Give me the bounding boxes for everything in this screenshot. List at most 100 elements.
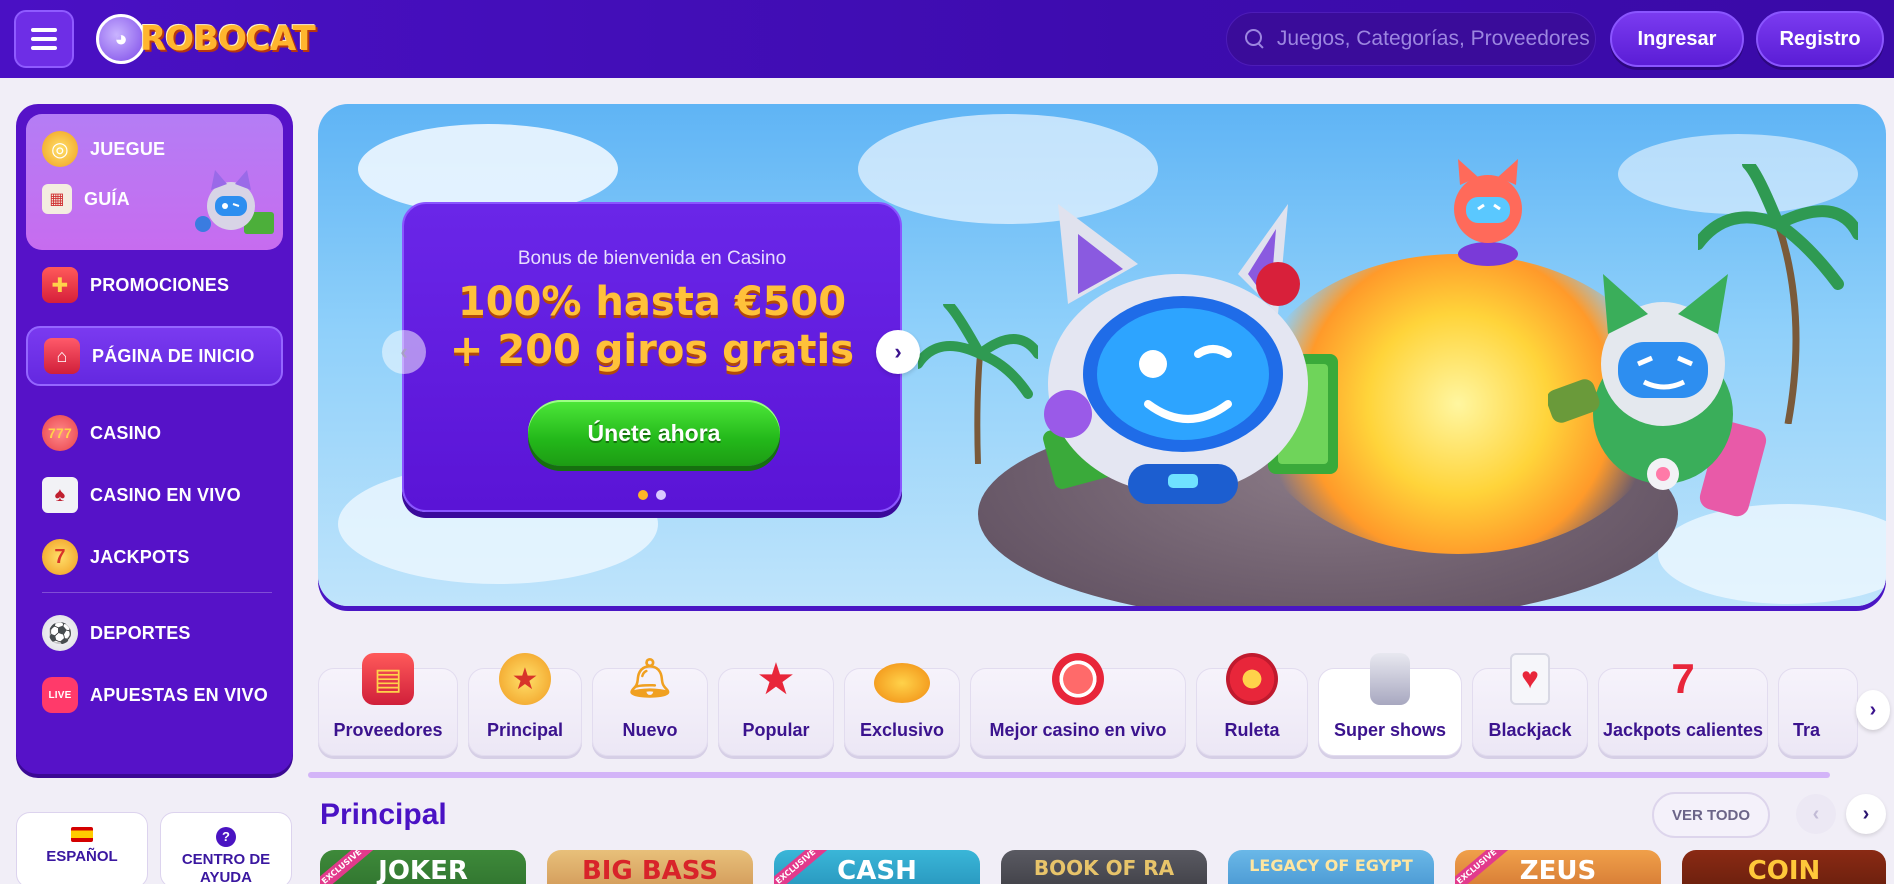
question-icon: ? <box>216 827 236 847</box>
game-tile[interactable]: EXCLUSIVE ZEUS <box>1455 850 1661 884</box>
category-popular[interactable]: ★ Popular <box>718 655 834 756</box>
sidebar-item-casino[interactable]: 777 CASINO <box>26 408 283 458</box>
slot-icon: 777 <box>42 415 78 451</box>
sidebar-item-label: PÁGINA DE INICIO <box>92 345 255 366</box>
sidebar-item-label: PROMOCIONES <box>90 274 230 295</box>
bell-icon: 🔔︎ <box>625 658 675 700</box>
exclusive-badge: EXCLUSIVE <box>774 850 832 884</box>
sidebar-item-label: GUÍA <box>84 188 130 209</box>
category-strip: ▤ Proveedores ★ Principal 🔔︎ Nuevo ★ Pop… <box>318 653 1886 760</box>
house-icon: ⌂ <box>44 338 80 374</box>
sidebar: ◎ JUEGUE ▦ GUÍA ✚ PROMOCIONES ⌂ PÁGINA D… <box>16 104 293 774</box>
bonus-title-line1: 100% hasta €500 <box>457 279 847 325</box>
carousel-dot[interactable] <box>656 490 666 500</box>
category-blackjack[interactable]: ♥ Blackjack <box>1472 653 1588 756</box>
game-title: COIN <box>1747 856 1821 884</box>
games-prev-arrow[interactable]: ‹ <box>1796 794 1836 834</box>
help-center-label: CENTRO DE AYUDA <box>181 851 271 884</box>
map-icon: ▦ <box>42 184 72 214</box>
join-now-button[interactable]: Únete ahora <box>528 400 780 466</box>
menu-icon-bar <box>31 46 57 50</box>
carousel-dot[interactable] <box>638 490 648 500</box>
register-button[interactable]: Registro <box>1756 11 1884 67</box>
game-tile[interactable]: COIN <box>1682 850 1886 884</box>
login-button[interactable]: Ingresar <box>1610 11 1744 67</box>
book-icon: ▤ <box>362 653 414 705</box>
cards-icon: ♠ <box>42 477 78 513</box>
language-label: ESPAÑOL <box>46 848 118 865</box>
sidebar-item-label: APUESTAS EN VIVO <box>90 684 268 705</box>
category-label: Tra <box>1793 720 1821 740</box>
category-label: Mejor casino en vivo <box>989 720 1167 740</box>
section-title: Principal <box>320 798 447 831</box>
chip-icon <box>1052 653 1104 705</box>
spain-flag-icon <box>71 827 93 842</box>
green-robot-cat-icon <box>1548 274 1767 517</box>
sidebar-item-play[interactable]: ◎ JUEGUE <box>26 124 283 174</box>
promo-banner[interactable]: Bonus de bienvenida en Casino 100% hasta… <box>318 104 1886 606</box>
category-label: Jackpots calientes <box>1602 720 1764 740</box>
banner-prev-arrow[interactable]: ‹ <box>382 330 426 374</box>
coin-icon: ◎ <box>42 131 78 167</box>
sidebar-item-home[interactable]: ⌂ PÁGINA DE INICIO <box>26 326 283 386</box>
menu-icon-bar <box>31 28 57 32</box>
hamburger-menu-button[interactable] <box>14 10 74 68</box>
category-exclusive[interactable]: Exclusivo <box>844 663 960 756</box>
sidebar-item-sports[interactable]: ⚽ DEPORTES <box>26 608 283 658</box>
category-slots[interactable]: Tra <box>1778 668 1858 756</box>
category-label: Popular <box>742 720 810 740</box>
category-label: Principal <box>486 720 564 740</box>
category-providers[interactable]: ▤ Proveedores <box>318 653 458 756</box>
exclusive-badge: EXCLUSIVE <box>320 850 378 884</box>
sidebar-item-live-casino[interactable]: ♠ CASINO EN VIVO <box>26 470 283 520</box>
coin-stack-icon <box>1370 653 1410 705</box>
game-title: BOOK OF RA <box>1033 856 1175 880</box>
sidebar-item-guide[interactable]: ▦ GUÍA <box>26 174 283 224</box>
search-icon <box>1245 29 1265 49</box>
seven-icon: 7 <box>42 539 78 575</box>
sidebar-item-label: JUEGUE <box>90 138 166 159</box>
sidebar-item-live-betting[interactable]: LIVE APUESTAS EN VIVO <box>26 670 283 720</box>
category-new[interactable]: 🔔︎ Nuevo <box>592 658 708 756</box>
see-all-button[interactable]: VER TODO <box>1652 792 1770 838</box>
category-label: Exclusivo <box>859 720 945 740</box>
game-tile[interactable]: EXCLUSIVE CASH <box>774 850 980 884</box>
category-roulette[interactable]: Ruleta <box>1196 653 1308 756</box>
game-tile[interactable]: BOOK OF RA <box>1001 850 1207 884</box>
help-center-button[interactable]: ? CENTRO DE AYUDA <box>160 812 292 884</box>
category-main[interactable]: ★ Principal <box>468 653 582 756</box>
soccer-ball-icon: ⚽ <box>42 615 78 651</box>
sidebar-item-label: JACKPOTS <box>90 546 190 567</box>
sidebar-item-jackpots[interactable]: 7 JACKPOTS <box>26 532 283 582</box>
cat-mascot-icon: ◕ <box>96 14 146 64</box>
sidebar-item-label: CASINO <box>90 422 162 443</box>
game-tile[interactable]: EXCLUSIVE JOKER <box>320 850 526 884</box>
language-selector[interactable]: ESPAÑOL <box>16 812 148 884</box>
categories-scroll-track[interactable] <box>308 772 1830 778</box>
banner-next-arrow[interactable]: › <box>876 330 920 374</box>
carousel-dots <box>404 490 900 500</box>
category-hot-jackpots[interactable]: 7 Jackpots calientes <box>1598 655 1768 756</box>
robot-cat-astronaut-icon <box>1043 204 1338 504</box>
live-icon: LIVE <box>42 677 78 713</box>
bonus-title: 100% hasta €500 + 200 giros gratis <box>404 278 900 374</box>
search-input[interactable] <box>1276 27 1595 51</box>
game-tile[interactable]: LEGACY OF EGYPT <box>1228 850 1434 884</box>
games-next-arrow[interactable]: › <box>1846 794 1886 834</box>
game-title: ZEUS <box>1519 856 1597 884</box>
category-best-live-casino[interactable]: Mejor casino en vivo <box>970 653 1186 756</box>
star-icon: ★ <box>756 654 796 704</box>
sidebar-item-promotions[interactable]: ✚ PROMOCIONES <box>26 260 283 310</box>
robocat-logo[interactable]: ◕ ROBOCAT <box>96 12 316 66</box>
search-bar[interactable] <box>1226 12 1596 66</box>
categories-next-arrow[interactable]: › <box>1856 690 1890 730</box>
gem-icon <box>874 663 930 703</box>
category-label: Nuevo <box>622 720 678 740</box>
game-tile[interactable]: BIG BASS <box>547 850 753 884</box>
category-super-shows[interactable]: Super shows <box>1318 653 1462 756</box>
bonus-subtitle: Bonus de bienvenida en Casino <box>517 248 787 269</box>
sidebar-divider <box>42 592 272 593</box>
sidebar-item-label: DEPORTES <box>90 622 191 643</box>
gift-icon: ✚ <box>42 267 78 303</box>
medal-icon: ★ <box>499 653 551 705</box>
